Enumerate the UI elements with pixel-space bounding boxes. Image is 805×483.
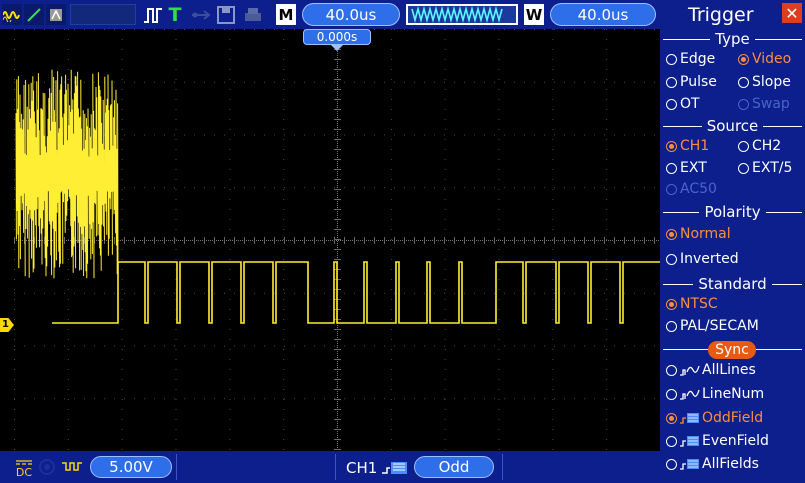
source-option-ac50: AC50 (666, 181, 717, 197)
trigger-status-icon: T (168, 3, 182, 26)
save-icon[interactable] (216, 4, 236, 25)
usb-icon (190, 4, 214, 25)
pulse-trigger-icon (142, 4, 164, 25)
type-option-edge[interactable]: Edge (666, 51, 715, 67)
top-toolbar: T M 40.0us W 40.0us (0, 0, 660, 29)
standard-option-ntsc[interactable]: NTSC (666, 296, 718, 312)
trigger-source-label: CH1 (346, 459, 378, 477)
ch1-ground-marker[interactable]: 1 (0, 318, 14, 332)
persist-display-icon[interactable] (46, 4, 66, 25)
source-option-ch2[interactable]: CH2 (738, 138, 781, 154)
sync-option-all-fields[interactable]: AllFields (666, 456, 759, 472)
sync-option-all-lines[interactable]: AllLines (666, 362, 756, 378)
trace-burst (15, 69, 119, 279)
trigger-time-position[interactable]: 0.000s (303, 29, 371, 45)
trigger-menu-panel: Trigger ✕ Type Edge Video Pulse Slope OT… (660, 0, 805, 483)
coupling-label: DC (15, 466, 33, 479)
vector-display-icon[interactable] (24, 4, 44, 25)
type-option-swap: Swap (738, 96, 790, 112)
source-option-ch1[interactable]: CH1 (666, 138, 709, 154)
main-timebase-value[interactable]: 40.0us (302, 3, 400, 26)
main-timebase-label: M (276, 4, 296, 25)
polarity-option-normal[interactable]: Normal (666, 226, 731, 242)
field-sync-icon (680, 436, 699, 447)
type-section-header: Type (660, 30, 805, 48)
separator (176, 454, 177, 480)
sync-option-odd-field[interactable]: OddField (666, 410, 763, 426)
waveform-display-icon[interactable] (2, 4, 22, 25)
bottom-status-bar: DC 5.00V CH1 Odd (0, 451, 660, 483)
status-field (70, 4, 136, 25)
sync-option-even-field[interactable]: EvenField (666, 433, 769, 449)
type-option-video[interactable]: Video (738, 51, 791, 67)
line-sync-icon (680, 389, 700, 400)
video-trigger-icon (381, 460, 409, 476)
window-overview[interactable] (406, 4, 518, 25)
type-option-ot[interactable]: OT (666, 96, 700, 112)
line-sync-icon (680, 365, 700, 376)
field-sync-icon (680, 413, 699, 424)
sync-section-header: Sync (708, 341, 756, 359)
invert-icon (60, 458, 84, 476)
ch1-volts-per-div[interactable]: 5.00V (90, 456, 172, 478)
type-option-pulse[interactable]: Pulse (666, 74, 717, 90)
type-option-slope[interactable]: Slope (738, 74, 791, 90)
close-icon[interactable]: ✕ (782, 3, 802, 23)
waveform-screen[interactable] (14, 29, 661, 452)
polarity-section-header: Polarity (660, 203, 805, 221)
trigger-field-value[interactable]: Odd (414, 456, 494, 478)
window-timebase-label: W (524, 4, 544, 25)
separator (502, 454, 503, 480)
standard-option-pal-secam[interactable]: PAL/SECAM (666, 318, 759, 334)
sync-option-line-num[interactable]: LineNum (666, 386, 764, 402)
field-sync-icon (680, 459, 699, 470)
trigger-position-marker (331, 45, 343, 51)
graticule (14, 29, 661, 452)
source-option-ext[interactable]: EXT (666, 160, 707, 176)
bandwidth-limit-icon (38, 458, 56, 476)
coupling-icon: DC (14, 456, 34, 478)
printer-icon[interactable] (242, 4, 264, 25)
window-timebase-value[interactable]: 40.0us (550, 3, 656, 26)
source-section-header: Source (660, 117, 805, 135)
source-option-ext5[interactable]: EXT/5 (738, 160, 792, 176)
standard-section-header: Standard (660, 275, 805, 293)
trace-sync-pulses (52, 261, 660, 324)
separator (335, 454, 336, 480)
polarity-option-inverted[interactable]: Inverted (666, 251, 739, 267)
